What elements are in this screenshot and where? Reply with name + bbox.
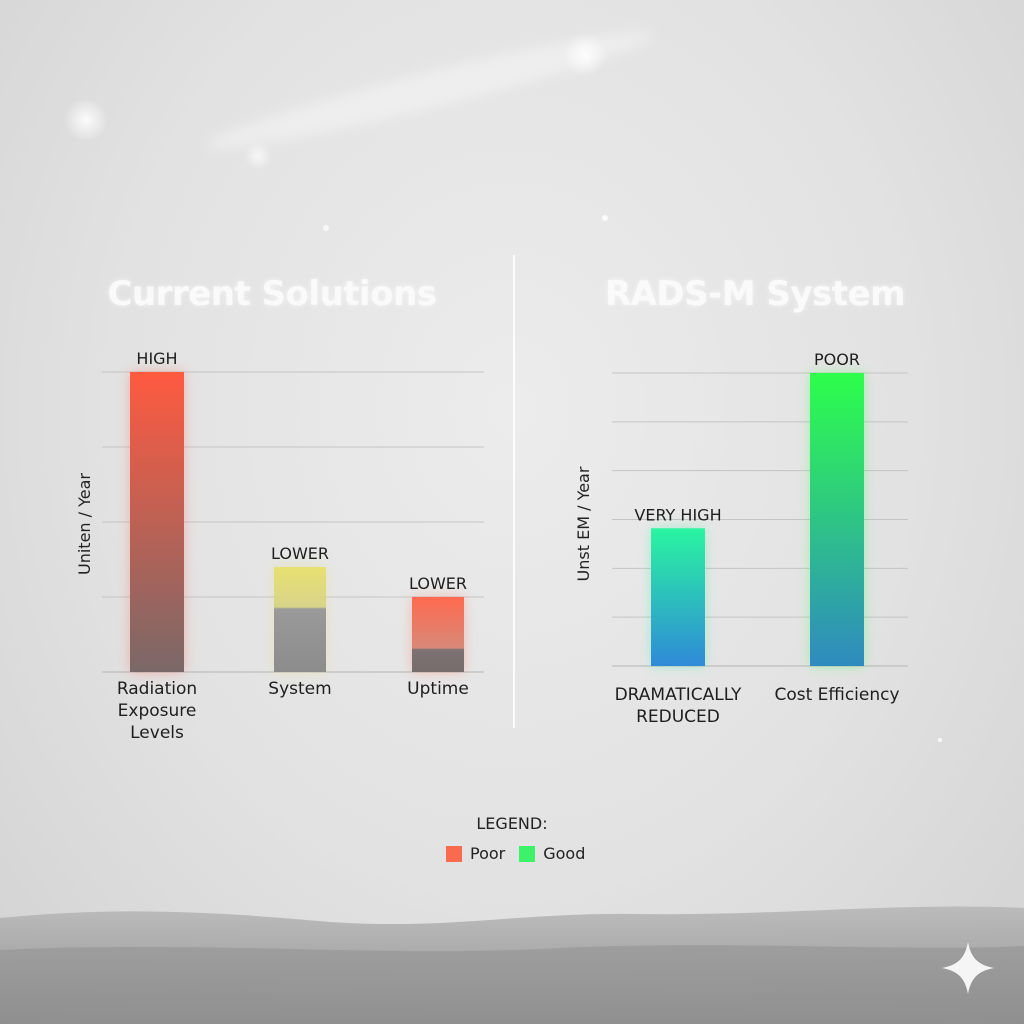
chart-title-rads-m-system: RADS-M System — [604, 274, 906, 314]
rads-m-system-chart: VERY HIGH DRAMATICALLY REDUCED POOR Cost Eff… — [574, 350, 908, 727]
legend-item-good: Good — [519, 844, 585, 863]
category-label: Radiation Exposure Levels — [117, 679, 197, 743]
data-label: LOWER — [409, 574, 467, 593]
data-label: LOWER — [271, 544, 329, 563]
legend-label-good: Good — [543, 844, 586, 863]
legend-label-poor: Poor — [470, 844, 506, 863]
data-label: HIGH — [136, 349, 177, 368]
legend-item-poor: Poor — [446, 844, 505, 863]
y-axis-label: Unst EM / Year — [574, 466, 593, 581]
data-label: VERY HIGH — [634, 505, 721, 524]
y-axis-label: Uniten / Year — [75, 473, 94, 575]
bar-uptime — [412, 597, 464, 672]
bar-system — [274, 567, 326, 672]
legend-swatch-poor — [446, 845, 462, 862]
chart-canvas: HIGH Radiation Exposure Levels LOWER System LO… — [0, 31, 1024, 1024]
legend-swatch-good — [519, 845, 536, 862]
current-solutions-chart: HIGH Radiation Exposure Levels LOWER System LO… — [75, 349, 484, 743]
chart-title-current-solutions: Current Solutions — [107, 274, 437, 314]
category-label: Uptime — [407, 679, 469, 699]
category-label: DRAMATICALLY REDUCED — [615, 685, 742, 727]
data-label: POOR — [814, 350, 860, 369]
bar-cost-efficiency — [810, 373, 864, 666]
landscape — [0, 906, 1024, 1024]
bar-radiation-exposure-levels — [130, 372, 184, 672]
legend: Poor Good — [446, 844, 599, 863]
bar-dramatically-reduced — [651, 528, 705, 666]
category-label: System — [268, 679, 331, 699]
legend-title: LEGEND: — [476, 814, 548, 833]
category-label: Cost Efficiency — [774, 685, 899, 705]
